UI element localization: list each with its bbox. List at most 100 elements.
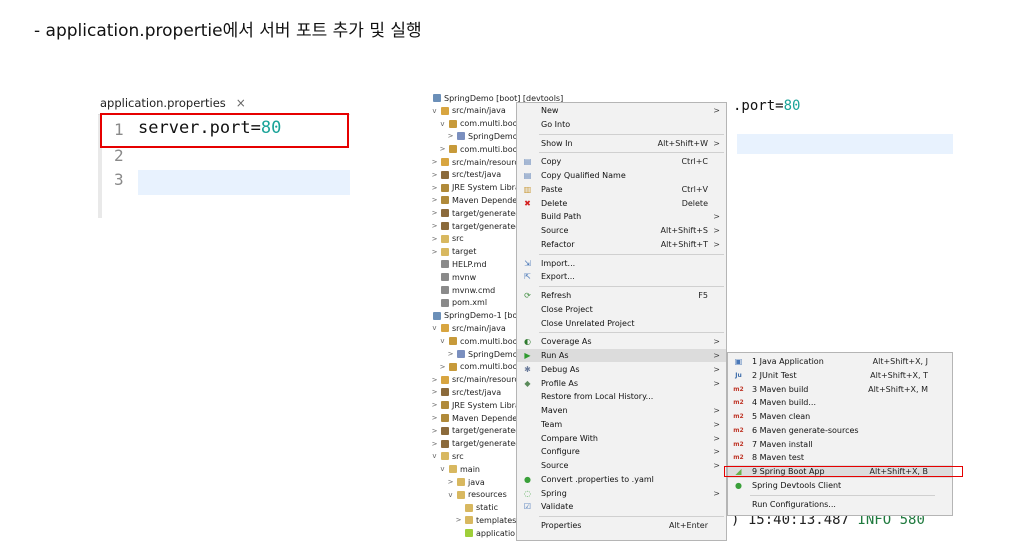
menu-item[interactable]: Restore from Local History... [517, 390, 726, 403]
expand-toggle-icon[interactable]: > [431, 440, 438, 448]
expand-toggle-icon[interactable]: > [431, 388, 438, 396]
tree-item[interactable]: v main [421, 463, 480, 475]
menu-item[interactable]: ▶ Run As > [517, 349, 726, 362]
menu-item[interactable]: ⇱ Export... [517, 270, 726, 283]
expand-toggle-icon[interactable]: v [439, 120, 446, 128]
expand-toggle-icon[interactable]: > [455, 516, 462, 524]
menu-item[interactable]: Compare With > [517, 432, 726, 445]
menu-item[interactable]: Go Into [517, 118, 726, 131]
menu-item[interactable]: ▥ Paste Ctrl+V [517, 183, 726, 196]
tree-item[interactable]: > JRE System Library [421, 182, 528, 194]
tree-item[interactable]: mvnw [421, 271, 476, 283]
menu-item[interactable]: Maven > [517, 404, 726, 417]
tree-item[interactable]: > JRE System Library [421, 399, 528, 411]
tree-item[interactable]: v resources [421, 489, 506, 501]
menu-item[interactable]: ✖ Delete Delete [517, 197, 726, 210]
expand-toggle-icon[interactable]: > [439, 363, 446, 371]
tree-item[interactable]: applicatio [421, 527, 515, 539]
menu-item[interactable]: Ju 2 JUnit Test Alt+Shift+X, T [728, 369, 952, 382]
menu-item[interactable]: ▤ Copy Ctrl+C [517, 155, 726, 168]
expand-toggle-icon[interactable]: > [431, 196, 438, 204]
expand-toggle-icon[interactable]: v [439, 337, 446, 345]
expand-toggle-icon[interactable]: v [431, 452, 438, 460]
tree-item[interactable]: v src [421, 450, 463, 462]
expand-toggle-icon[interactable]: > [431, 427, 438, 435]
tree-item[interactable]: > com.multi.boot [421, 143, 521, 155]
tree-item[interactable]: > com.multi.boot. [421, 361, 524, 373]
menu-item[interactable]: ● Convert .properties to .yaml [517, 473, 726, 486]
menu-item[interactable]: ▣ 1 Java Application Alt+Shift+X, J [728, 355, 952, 368]
menu-item[interactable]: Build Path > [517, 210, 726, 223]
menu-item[interactable]: ☑ Validate [517, 500, 726, 513]
tree-item[interactable]: > src/main/resources [421, 156, 528, 168]
tree-item[interactable]: mvnw.cmd [421, 284, 495, 296]
expand-toggle-icon[interactable]: > [447, 132, 454, 140]
tree-item[interactable]: > templates [421, 514, 517, 526]
editor-tab[interactable]: application.properties × [90, 92, 246, 114]
menu-item[interactable]: Team > [517, 418, 726, 431]
expand-toggle-icon[interactable]: v [431, 324, 438, 332]
tree-item[interactable]: > target/generated-t [421, 438, 527, 450]
menu-item[interactable]: m2 6 Maven generate-sources [728, 424, 952, 437]
tree-item[interactable]: > SpringDemo [421, 130, 518, 142]
menu-item[interactable]: Refactor Alt+Shift+T > [517, 238, 726, 251]
tree-item[interactable]: > target [421, 246, 477, 258]
tree-item[interactable]: > src/test/java [421, 169, 502, 181]
menu-item[interactable]: m2 5 Maven clean [728, 410, 952, 423]
expand-toggle-icon[interactable]: > [431, 248, 438, 256]
menu-item[interactable]: New > [517, 104, 726, 117]
tree-item[interactable]: > src/test/java [421, 386, 502, 398]
expand-toggle-icon[interactable]: > [431, 171, 438, 179]
tree-item[interactable]: > src [421, 233, 464, 245]
expand-toggle-icon[interactable]: > [431, 209, 438, 217]
menu-item[interactable]: ⇲ Import... [517, 257, 726, 270]
menu-item[interactable]: Show In Alt+Shift+W > [517, 137, 726, 150]
tree-item[interactable]: SpringDemo-1 [boot] [421, 310, 529, 322]
expand-toggle-icon[interactable]: > [431, 414, 438, 422]
tree-item[interactable]: v com.multi.boot [421, 118, 520, 130]
tree-item[interactable]: pom.xml [421, 297, 487, 309]
tree-item[interactable]: v com.multi.boot [421, 335, 520, 347]
tree-item[interactable]: > java [421, 476, 485, 488]
expand-toggle-icon[interactable]: > [431, 184, 438, 192]
menu-item[interactable]: m2 3 Maven build Alt+Shift+X, M [728, 383, 952, 396]
menu-item[interactable]: Source > [517, 459, 726, 472]
menu-item[interactable]: ⟳ Refresh F5 [517, 289, 726, 302]
menu-item[interactable]: ✱ Debug As > [517, 363, 726, 376]
menu-item[interactable]: Configure > [517, 445, 726, 458]
expand-toggle-icon[interactable]: v [431, 107, 438, 115]
expand-toggle-icon[interactable]: > [431, 376, 438, 384]
menu-item[interactable]: ▤ Copy Qualified Name [517, 169, 726, 182]
menu-item[interactable]: ◌ Spring > [517, 487, 726, 500]
menu-item[interactable]: ◐ Coverage As > [517, 335, 726, 348]
menu-item[interactable]: Run Configurations... [728, 498, 952, 511]
tree-item[interactable]: HELP.md [421, 258, 487, 270]
expand-toggle-icon[interactable]: > [431, 401, 438, 409]
menu-item[interactable]: Close Project [517, 303, 726, 316]
menu-item[interactable]: Source Alt+Shift+S > [517, 224, 726, 237]
tree-item[interactable]: > target/generated-s [421, 207, 528, 219]
tree-item[interactable]: > target/generated-t [421, 220, 527, 232]
tree-item[interactable]: v src/main/java [421, 322, 505, 334]
expand-toggle-icon[interactable]: > [447, 478, 454, 486]
tree-item[interactable]: > target/generated-s [421, 425, 528, 437]
expand-toggle-icon[interactable]: > [431, 222, 438, 230]
expand-toggle-icon[interactable]: v [439, 465, 446, 473]
menu-item[interactable]: Properties Alt+Enter [517, 519, 726, 532]
expand-toggle-icon[interactable]: > [431, 235, 438, 243]
tree-item[interactable]: > src/main/resources [421, 374, 528, 386]
menu-item[interactable]: ◆ Profile As > [517, 377, 726, 390]
close-icon[interactable]: × [236, 96, 246, 110]
menu-item[interactable]: m2 8 Maven test [728, 451, 952, 464]
menu-item[interactable]: Close Unrelated Project [517, 317, 726, 330]
expand-toggle-icon[interactable]: v [447, 491, 454, 499]
tree-item[interactable]: v src/main/java [421, 105, 505, 117]
tree-item[interactable]: > SpringDemo [421, 348, 518, 360]
tree-item[interactable]: static [421, 502, 498, 514]
expand-toggle-icon[interactable]: > [439, 145, 446, 153]
menu-item[interactable]: ● Spring Devtools Client [728, 479, 952, 492]
expand-toggle-icon[interactable]: > [447, 350, 454, 358]
menu-item[interactable]: m2 4 Maven build... [728, 396, 952, 409]
menu-item[interactable]: m2 7 Maven install [728, 438, 952, 451]
expand-toggle-icon[interactable]: > [431, 158, 438, 166]
